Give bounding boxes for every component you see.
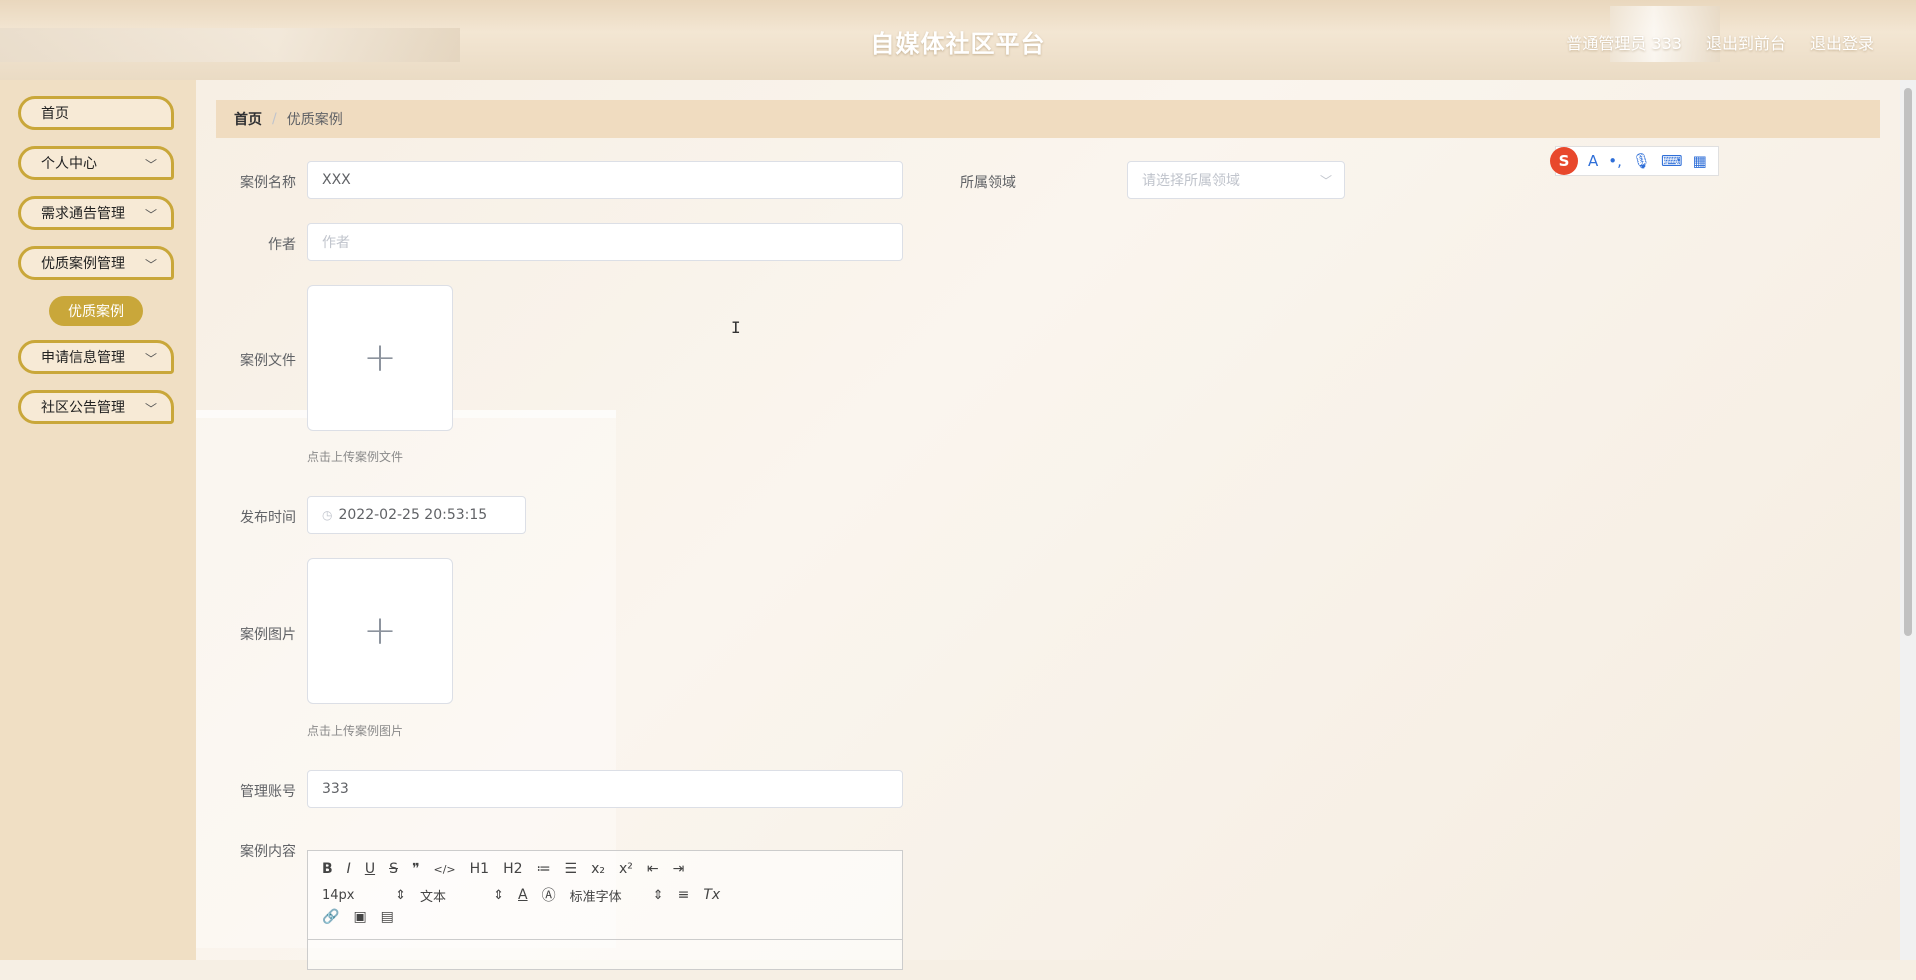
editor-toolbar-row-1: B I U S ❞ </> H1 H2 ≔ ☰ x₂ x² ⇤ ⇥ bbox=[322, 861, 684, 877]
domain-select[interactable]: 请选择所属领域 ﹀ bbox=[1127, 161, 1345, 199]
case-name-input[interactable]: XXX bbox=[307, 161, 903, 199]
page-scrollbar[interactable] bbox=[1900, 80, 1916, 960]
blockquote-button[interactable]: ❞ bbox=[412, 861, 420, 877]
font-color-icon[interactable]: A bbox=[518, 887, 528, 903]
block-type-select[interactable]: 文本 ⇕ bbox=[420, 886, 504, 905]
clear-format-button[interactable]: Tx bbox=[703, 887, 720, 903]
punctuation-icon[interactable]: •, bbox=[1608, 152, 1622, 170]
content-label: 案例内容 bbox=[240, 844, 296, 860]
breadcrumb: 首页 / 优质案例 bbox=[216, 100, 1880, 138]
breadcrumb-separator: / bbox=[272, 111, 277, 127]
main-content: 首页 / 优质案例 案例名称 XXX 所属领域 请选择所属领域 ﹀ 作者 作者 … bbox=[196, 80, 1900, 970]
sidebar-subitem-quality-case[interactable]: 优质案例 bbox=[49, 296, 143, 326]
sidebar-item-label: 个人中心 bbox=[41, 156, 97, 172]
case-file-upload[interactable]: + bbox=[307, 285, 453, 431]
superscript-button[interactable]: x² bbox=[619, 861, 633, 877]
microphone-icon[interactable]: 🎙 bbox=[1632, 152, 1651, 170]
sidebar-item-home[interactable]: 首页 bbox=[18, 96, 174, 130]
font-family-select[interactable]: 标准字体 ⇕ bbox=[570, 886, 664, 905]
align-icon[interactable]: ≡ bbox=[678, 887, 690, 903]
case-image-label: 案例图片 bbox=[240, 627, 296, 643]
editor-toolbar-row-3: 🔗 ▣ ▤ bbox=[322, 909, 394, 925]
block-type-value: 文本 bbox=[420, 889, 447, 905]
case-name-label: 案例名称 bbox=[240, 175, 296, 191]
account-label: 管理账号 bbox=[240, 784, 296, 800]
strike-button[interactable]: S bbox=[389, 861, 398, 877]
publish-time-label: 发布时间 bbox=[240, 510, 296, 526]
domain-label: 所属领域 bbox=[960, 175, 1016, 191]
author-label: 作者 bbox=[268, 237, 296, 253]
underline-button[interactable]: U bbox=[365, 861, 375, 877]
sidebar-item-personal-center[interactable]: 个人中心 ﹀ bbox=[18, 146, 174, 180]
chevron-down-icon: ﹀ bbox=[144, 402, 157, 416]
author-input[interactable]: 作者 bbox=[307, 223, 903, 261]
account-input[interactable]: 333 bbox=[307, 770, 903, 808]
font-icon[interactable]: A bbox=[1588, 152, 1598, 170]
indent-button[interactable]: ⇥ bbox=[673, 861, 685, 877]
grid-icon[interactable]: ▦ bbox=[1693, 152, 1707, 170]
case-file-tip: 点击上传案例文件 bbox=[307, 450, 404, 464]
sidebar-item-label: 首页 bbox=[41, 106, 69, 122]
editor-toolbar-row-2: 14px ⇕ 文本 ⇕ A Ⓐ 标准字体 ⇕ ≡ Tx bbox=[322, 885, 720, 905]
sidebar-item-label: 需求通告管理 bbox=[41, 206, 125, 222]
sidebar-item-community-notice[interactable]: 社区公告管理 ﹀ bbox=[18, 390, 174, 424]
sidebar-item-label: 社区公告管理 bbox=[41, 400, 125, 416]
chevron-down-icon: ﹀ bbox=[144, 352, 157, 366]
logout-link[interactable]: 退出登录 bbox=[1810, 30, 1874, 54]
link-icon[interactable]: 🔗 bbox=[322, 909, 339, 925]
updown-icon: ⇕ bbox=[493, 887, 504, 903]
font-size-value: 14px bbox=[322, 887, 355, 903]
breadcrumb-home[interactable]: 首页 bbox=[234, 109, 262, 129]
back-to-front-link[interactable]: 退出到前台 bbox=[1706, 30, 1786, 54]
font-family-value: 标准字体 bbox=[569, 889, 622, 905]
code-block-button[interactable]: </> bbox=[434, 863, 456, 876]
case-image-upload[interactable]: + bbox=[307, 558, 453, 704]
chevron-down-icon: ﹀ bbox=[144, 158, 157, 172]
sogou-logo-icon[interactable]: S bbox=[1550, 147, 1578, 175]
keyboard-icon[interactable]: ⌨ bbox=[1661, 152, 1683, 170]
image-icon[interactable]: ▣ bbox=[353, 909, 366, 925]
chevron-down-icon: ﹀ bbox=[1319, 174, 1332, 188]
ordered-list-button[interactable]: ≔ bbox=[537, 861, 551, 877]
bullet-list-button[interactable]: ☰ bbox=[565, 861, 578, 877]
chevron-down-icon: ﹀ bbox=[144, 258, 157, 272]
domain-select-placeholder: 请选择所属领域 bbox=[1142, 173, 1240, 189]
case-image-tip: 点击上传案例图片 bbox=[307, 724, 404, 738]
publish-time-picker[interactable]: ◷ 2022-02-25 20:53:15 bbox=[307, 496, 526, 534]
scrollbar-thumb[interactable] bbox=[1904, 88, 1912, 636]
ime-toolbar: S A •, 🎙 ⌨ ▦ bbox=[1550, 146, 1719, 176]
subscript-button[interactable]: x₂ bbox=[591, 861, 605, 877]
outdent-button[interactable]: ⇤ bbox=[647, 861, 659, 877]
header-1-button[interactable]: H1 bbox=[470, 861, 489, 877]
header-2-button[interactable]: H2 bbox=[503, 861, 522, 877]
case-file-label: 案例文件 bbox=[240, 353, 296, 369]
background-color-icon[interactable]: Ⓐ bbox=[542, 885, 556, 905]
plus-icon: + bbox=[363, 335, 397, 381]
sidebar-item-quality-case[interactable]: 优质案例管理 ﹀ bbox=[18, 246, 174, 280]
sidebar-item-demand-notice[interactable]: 需求通告管理 ﹀ bbox=[18, 196, 174, 230]
top-header: 自媒体社区平台 普通管理员 333 退出到前台 退出登录 bbox=[0, 0, 1916, 82]
clock-icon: ◷ bbox=[322, 508, 333, 522]
bold-button[interactable]: B bbox=[322, 861, 333, 877]
italic-button[interactable]: I bbox=[347, 861, 351, 877]
rich-text-editor: B I U S ❞ </> H1 H2 ≔ ☰ x₂ x² ⇤ ⇥ 14px ⇕… bbox=[307, 850, 903, 970]
font-size-select[interactable]: 14px ⇕ bbox=[322, 888, 406, 903]
sidebar-item-label: 申请信息管理 bbox=[41, 350, 125, 366]
sidebar-item-label: 优质案例管理 bbox=[41, 256, 125, 272]
publish-time-value: 2022-02-25 20:53:15 bbox=[338, 507, 488, 523]
sidebar: 首页 个人中心 ﹀ 需求通告管理 ﹀ 优质案例管理 ﹀ 优质案例 申请信息管理 … bbox=[0, 80, 196, 960]
video-icon[interactable]: ▤ bbox=[381, 909, 394, 925]
text-cursor-icon: I bbox=[731, 318, 741, 337]
plus-icon: + bbox=[363, 608, 397, 654]
updown-icon: ⇕ bbox=[652, 887, 664, 903]
breadcrumb-current: 优质案例 bbox=[286, 112, 343, 128]
chevron-down-icon: ﹀ bbox=[144, 208, 157, 222]
updown-icon: ⇕ bbox=[395, 887, 406, 903]
sidebar-item-application-info[interactable]: 申请信息管理 ﹀ bbox=[18, 340, 174, 374]
current-user: 普通管理员 333 bbox=[1566, 34, 1682, 53]
header-actions: 普通管理员 333 退出到前台 退出登录 bbox=[1566, 30, 1874, 54]
